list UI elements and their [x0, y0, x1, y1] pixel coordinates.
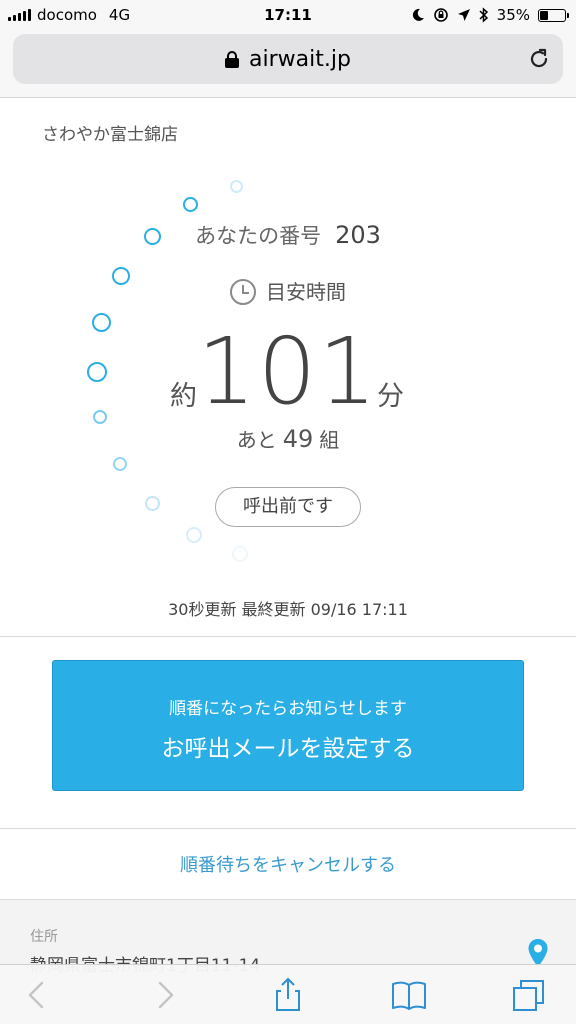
- status-badge: 呼出前です: [215, 487, 361, 527]
- arc-dot: [145, 496, 160, 511]
- arc-dot: [232, 546, 248, 562]
- eta-label: 目安時間: [266, 280, 346, 304]
- battery-icon: [538, 8, 569, 22]
- notify-subtitle: 順番になったらお知らせします: [169, 699, 407, 719]
- forward-icon[interactable]: [146, 977, 182, 1013]
- remaining-prefix: あと: [236, 428, 277, 452]
- clock-icon: [230, 279, 256, 305]
- divider: [0, 636, 576, 637]
- reload-icon[interactable]: [527, 47, 551, 71]
- address-label: 住所: [30, 929, 58, 945]
- ticket-number: 203: [335, 221, 381, 249]
- battery-percent: 35%: [496, 6, 530, 24]
- notify-title: お呼出メールを設定する: [161, 736, 415, 762]
- last-updated: 30秒更新 最終更新 09/16 17:11: [168, 600, 408, 619]
- wait-minutes: 101: [197, 318, 379, 425]
- remaining-suffix: 組: [319, 428, 340, 452]
- back-icon[interactable]: [20, 977, 56, 1013]
- shop-name: さわやか富士錦店: [42, 125, 178, 145]
- ticket-number-label: あなたの番号: [195, 224, 322, 248]
- arc-dot: [183, 197, 198, 212]
- location-icon: [457, 9, 470, 21]
- ticket-number-row: あなたの番号 203: [0, 220, 576, 250]
- bookmarks-icon[interactable]: [391, 977, 427, 1013]
- arc-dot: [113, 457, 127, 471]
- tabs-icon[interactable]: [511, 977, 547, 1013]
- url-text: airwait.jp: [249, 47, 351, 72]
- set-call-email-button[interactable]: 順番になったらお知らせします お呼出メールを設定する: [52, 660, 524, 791]
- bluetooth-icon: [479, 7, 488, 23]
- arc-dot: [230, 180, 243, 193]
- browser-toolbar: [0, 964, 576, 1024]
- divider: [0, 899, 576, 900]
- share-icon[interactable]: [270, 977, 306, 1013]
- address-bar[interactable]: airwait.jp: [13, 34, 563, 84]
- rotation-lock-icon: [433, 8, 448, 22]
- remaining-count: 49: [282, 425, 314, 453]
- status-bar: docomo 4G 17:11 35%: [0, 0, 576, 30]
- browser-header: airwait.jp: [0, 30, 576, 98]
- cancel-wait-link[interactable]: 順番待ちをキャンセルする: [0, 851, 576, 877]
- divider: [0, 828, 576, 829]
- eta-row: 目安時間: [0, 276, 576, 305]
- moon-icon: [412, 8, 424, 21]
- minutes-unit: 分: [377, 381, 404, 412]
- arc-dot: [186, 527, 202, 543]
- lock-icon: [225, 51, 240, 68]
- remaining-groups: あと 49 組: [0, 424, 576, 453]
